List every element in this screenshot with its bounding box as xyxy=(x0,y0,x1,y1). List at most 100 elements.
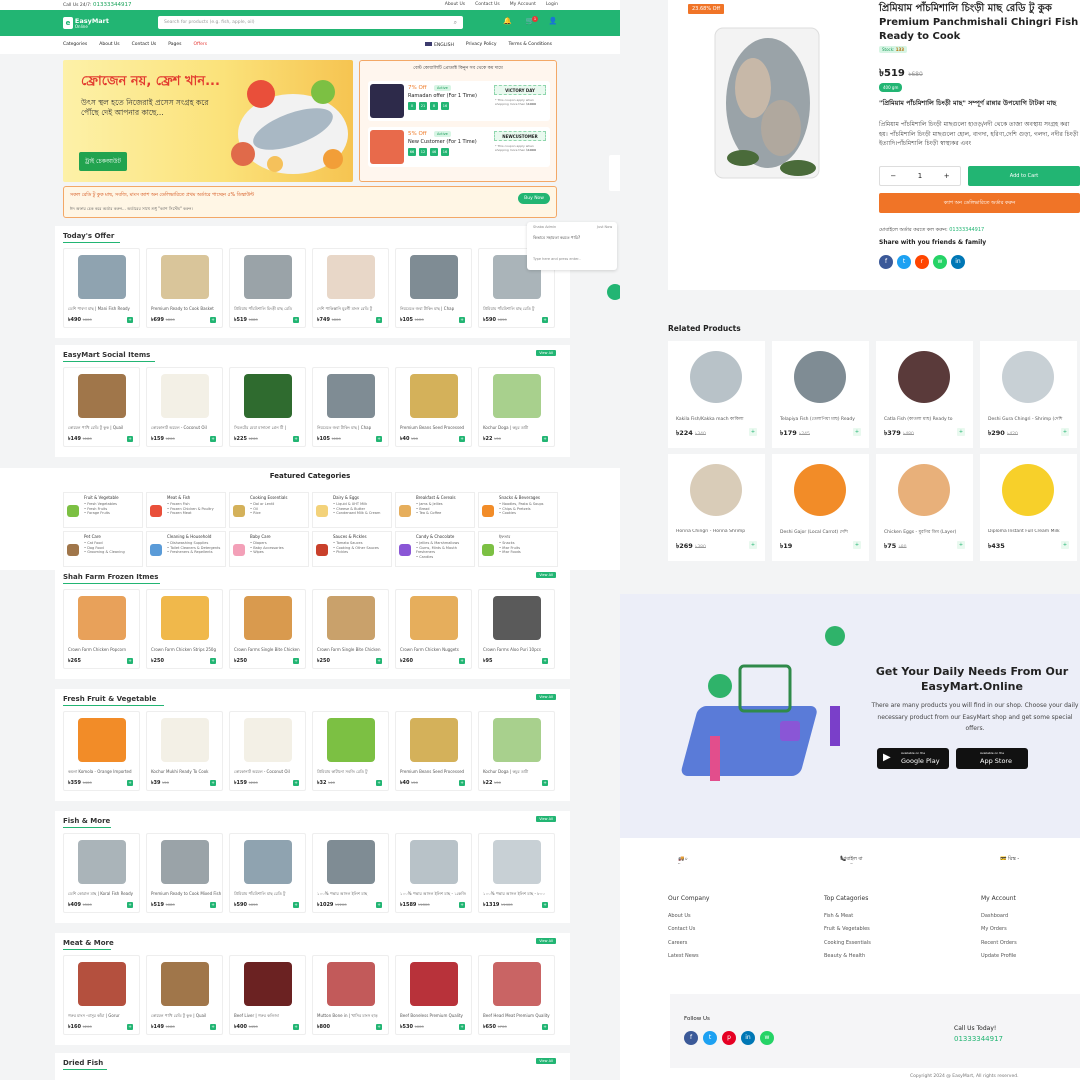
product-card[interactable]: Crown Farms Single Bite Chicken ৳250 + xyxy=(229,589,306,669)
product-image[interactable] xyxy=(690,464,742,516)
product-image[interactable] xyxy=(244,596,292,640)
add-cart-icon[interactable]: + xyxy=(127,658,133,664)
product-name[interactable]: Deshi Gura Chingri - Shrimp (দেশি xyxy=(988,416,1073,423)
view-all-button[interactable]: View All xyxy=(536,938,556,944)
reddit-icon[interactable]: r xyxy=(915,255,929,269)
add-cart-icon[interactable]: + xyxy=(293,780,299,786)
related-product-card[interactable]: Diploma Instant Full Cream Milk ৳435 + xyxy=(980,454,1077,561)
add-cart-icon[interactable]: + xyxy=(210,658,216,664)
add-cart-icon[interactable]: + xyxy=(210,1024,216,1030)
add-cart-icon[interactable]: + xyxy=(459,780,465,786)
related-product-card[interactable]: Telapiya Fish (তেলাপিয়া মাছ) Ready ৳179… xyxy=(772,341,869,448)
add-cart-icon[interactable]: + xyxy=(459,317,465,323)
nav-contact[interactable]: Contact Us xyxy=(132,42,157,47)
whatsapp-icon[interactable]: w xyxy=(760,1031,774,1045)
add-cart-icon[interactable]: + xyxy=(853,541,861,549)
product-name[interactable]: Premium Beans Seed Processed xyxy=(400,769,470,774)
category-name[interactable]: Sauces & Pickles xyxy=(333,534,367,539)
product-card[interactable]: Premium Ready to Cook Mixed Fish ৳519 ৳6… xyxy=(146,833,223,913)
product-name[interactable]: Telapiya Fish (তেলাপিয়া মাছ) Ready xyxy=(780,416,865,423)
product-image[interactable] xyxy=(410,840,458,884)
add-cart-icon[interactable]: + xyxy=(749,541,757,549)
product-name[interactable]: প্রিমিয়াম কাটানো সবজি রেডি টু xyxy=(317,769,387,776)
product-name[interactable]: ১০০% পদ্মার আসল ইলিশ মাছ - ১কেজি xyxy=(400,891,470,898)
product-image[interactable] xyxy=(244,255,292,299)
product-card[interactable]: ডেশি কোরাল মাছ | Koral Fish Ready ৳409 ৳… xyxy=(63,833,140,913)
twitter-icon[interactable]: t xyxy=(703,1031,717,1045)
coupon-card[interactable]: 7% Off Active Ramadan offer (For 1 Time)… xyxy=(368,81,550,121)
cod-order-button[interactable]: ক্যাশ অন ডেলিভারিতে অর্ডার করুন xyxy=(879,193,1080,213)
product-main-image[interactable] xyxy=(713,18,823,188)
product-name[interactable]: কোকোনাট অয়েল - Coconut Oil xyxy=(234,769,304,776)
add-cart-icon[interactable]: + xyxy=(127,1024,133,1030)
product-image[interactable] xyxy=(493,374,541,418)
pinterest-icon[interactable]: p xyxy=(722,1031,736,1045)
product-name[interactable]: ডেশি কোরাল মাছ | Koral Fish Ready xyxy=(68,891,138,898)
product-image[interactable] xyxy=(898,351,950,403)
product-image[interactable] xyxy=(327,962,375,1006)
product-name[interactable]: Kakila Fish/Kakka mach কাকিলা xyxy=(676,416,761,423)
product-image[interactable] xyxy=(898,464,950,516)
view-all-button[interactable]: View All xyxy=(536,816,556,822)
product-image[interactable] xyxy=(161,596,209,640)
product-name[interactable]: প্রিমিয়াম পাঁচমিশালি মাছ রেডি টু xyxy=(483,306,553,313)
side-tab[interactable] xyxy=(609,155,620,191)
banner-button[interactable]: ট্রাই চেকআউট xyxy=(79,152,127,171)
add-cart-icon[interactable]: + xyxy=(542,1024,548,1030)
related-product-card[interactable]: Deshi Gura Chingri - Shrimp (দেশি ৳290 ৳… xyxy=(980,341,1077,448)
product-name[interactable]: Kochur Doga | কচুর ডাটা xyxy=(483,425,553,432)
search-input[interactable]: Search for products (e.g. fish, apple, o… xyxy=(158,16,463,29)
add-cart-icon[interactable]: + xyxy=(293,1024,299,1030)
user-icon[interactable]: 👤 xyxy=(548,17,557,25)
add-cart-icon[interactable]: + xyxy=(210,436,216,442)
product-card[interactable]: Crown Farm Chicken Nuggets ৳260 + xyxy=(395,589,472,669)
product-name[interactable]: কমলা Komola - Orange Imported xyxy=(68,769,138,776)
product-card[interactable]: Crown Farms Aloo Puri 10pcs ৳95 + xyxy=(478,589,555,669)
product-card[interactable]: প্রিমিয়াম কাটানো সবজি রেডি টু ৳32 ৳40 + xyxy=(312,711,389,791)
category-name[interactable]: Snacks & Beverages xyxy=(499,495,540,500)
add-cart-icon[interactable]: + xyxy=(127,780,133,786)
product-image[interactable] xyxy=(410,255,458,299)
product-image[interactable] xyxy=(493,718,541,762)
add-cart-icon[interactable]: + xyxy=(459,1024,465,1030)
category-card[interactable]: Fruit & Vegetable • Fresh Vegetables • Fr… xyxy=(63,492,143,528)
product-name[interactable]: Crown Farms Single Bite Chicken xyxy=(234,647,304,652)
product-image[interactable] xyxy=(78,255,126,299)
add-cart-icon[interactable]: + xyxy=(542,658,548,664)
category-name[interactable]: Meat & Fish xyxy=(167,495,190,500)
product-image[interactable] xyxy=(690,351,742,403)
category-name[interactable]: Breakfast & Cereals xyxy=(416,495,456,500)
footer-link[interactable]: About Us xyxy=(668,910,709,924)
category-card[interactable]: Snacks & Beverages • Noodles, Pasta & So… xyxy=(478,492,558,528)
product-name[interactable]: ডেশি পাবদা মাছ | Mani Fish Ready xyxy=(68,306,138,313)
view-all-button[interactable]: View All xyxy=(536,350,556,356)
view-all-button[interactable]: View All xyxy=(536,572,556,578)
product-image[interactable] xyxy=(78,374,126,418)
category-name[interactable]: Pet Care xyxy=(84,534,101,539)
product-card[interactable]: Premium Beans Seed Processed ৳40 ৳50 + xyxy=(395,367,472,447)
hero-banner[interactable]: ফ্রোজেন নয়, ফ্রেশ খান... উৎস স্থল হতে ন… xyxy=(63,60,353,182)
add-cart-icon[interactable]: + xyxy=(376,1024,382,1030)
terms-link[interactable]: Terms & Conditions xyxy=(509,42,552,48)
footer-link[interactable]: Contact Us xyxy=(668,923,709,937)
category-card[interactable]: Meat & Fish • Frozen Fish • Frozen Chicke… xyxy=(146,492,226,528)
product-image[interactable] xyxy=(327,255,375,299)
product-name[interactable]: প্রিমিয়াম পাঁচমিশালি চিংড়ী মাছ রেডি xyxy=(234,306,304,313)
product-image[interactable] xyxy=(410,718,458,762)
nav-pages[interactable]: Pages xyxy=(168,42,181,47)
call-number[interactable]: 01333344917 xyxy=(93,2,132,8)
footer-link[interactable]: Update Profile xyxy=(981,950,1017,964)
category-card[interactable]: Candy & Chocolate • Jellies & Marshmallo… xyxy=(395,531,475,567)
search-icon[interactable]: ⌕ xyxy=(454,19,457,27)
product-image[interactable] xyxy=(493,596,541,640)
category-card[interactable]: Dairy & Eggs • Liquid & UHT Milk • Cheese… xyxy=(312,492,392,528)
add-cart-icon[interactable]: + xyxy=(127,317,133,323)
product-card[interactable]: Crown Farm Chicken Strips 250g ৳250 + xyxy=(146,589,223,669)
product-card[interactable]: ১০০% পদ্মার আসল ইলিশ মাছ - ১কেজি ৳1589 ৳… xyxy=(395,833,472,913)
product-name[interactable]: কোয়েল পাখি রেডি টু কুক | Quail xyxy=(151,1013,221,1020)
add-cart-icon[interactable]: + xyxy=(542,317,548,323)
product-name[interactable]: Crown Farm Chicken Nuggets xyxy=(400,647,470,652)
product-name[interactable]: Crown Farm Chicken Strips 250g xyxy=(151,647,221,652)
product-image[interactable] xyxy=(78,718,126,762)
product-card[interactable]: Crown Farm Single Bite Chicken ৳250 + xyxy=(312,589,389,669)
